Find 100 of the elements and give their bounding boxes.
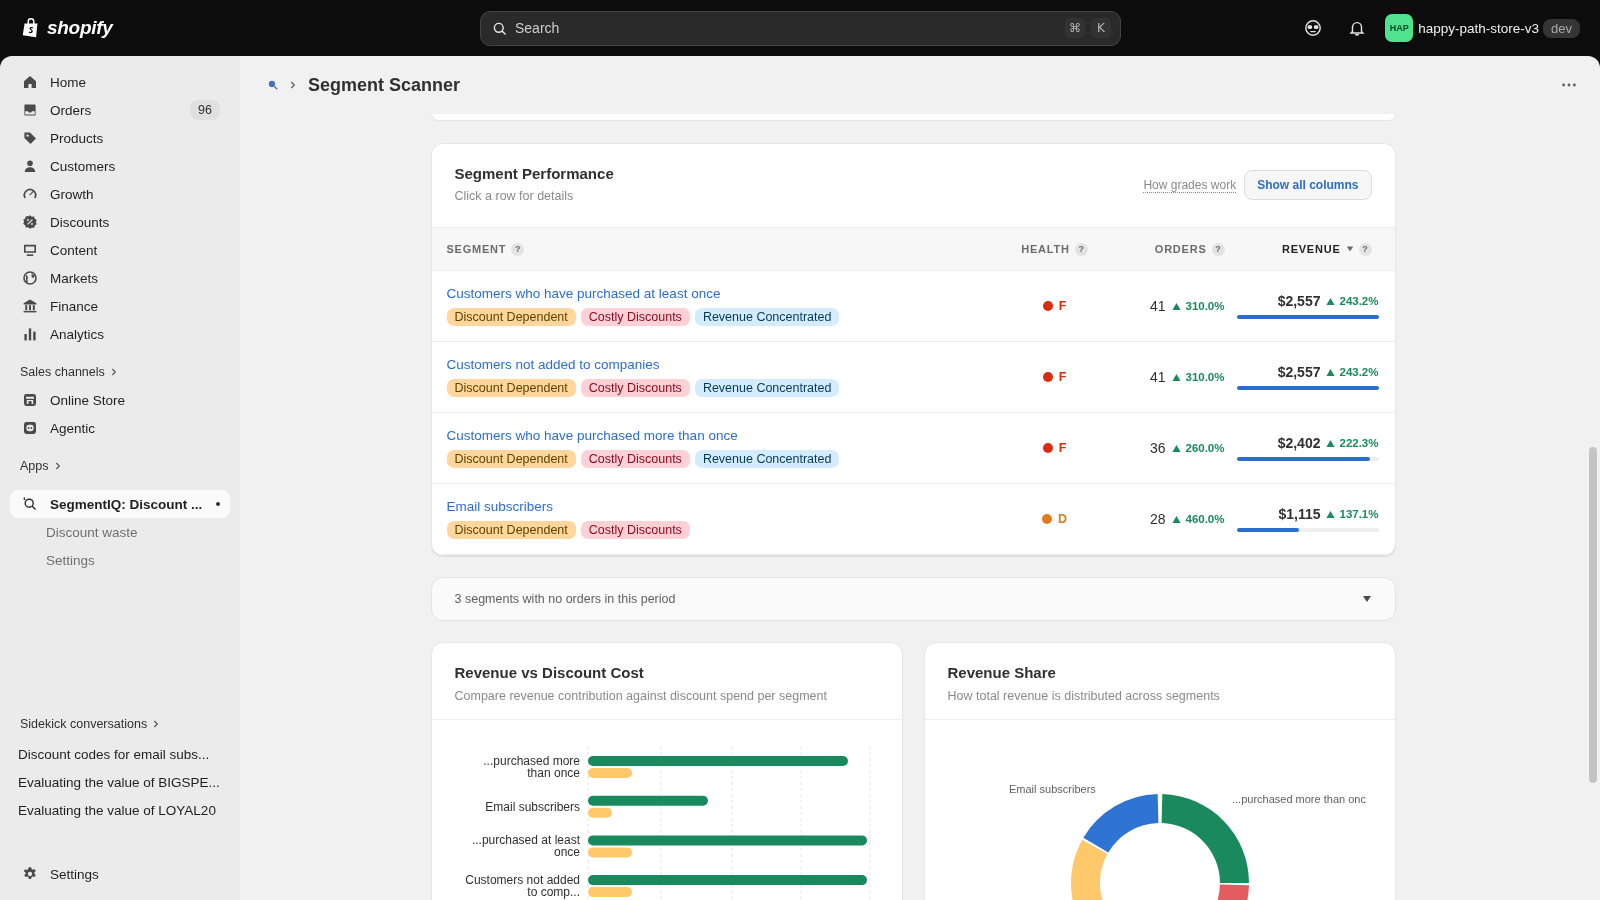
card-subtitle: Click a row for details [454, 189, 575, 203]
up-triangle-icon [1326, 367, 1336, 377]
environment-badge: dev [1543, 18, 1580, 38]
revenue-change: 137.1% [1339, 508, 1379, 520]
tag: Costly Discounts [580, 450, 690, 468]
storefront-icon [22, 392, 38, 408]
health-grade: F [1058, 441, 1067, 455]
nav-item[interactable]: Orders 96 [10, 96, 230, 124]
segment-link[interactable]: Customers not added to companies [446, 357, 660, 372]
nav-item[interactable]: SegmentIQ: Discount ... [10, 490, 230, 518]
tag-icon [22, 130, 38, 146]
discount-icon [22, 214, 38, 230]
inbox-icon [22, 102, 38, 118]
shortcut-key: ⌘ [1065, 17, 1085, 38]
up-triangle-icon [1326, 296, 1336, 306]
count-badge: 96 [190, 100, 220, 120]
nav-item[interactable]: Agentic [10, 414, 230, 442]
bank-icon [22, 298, 38, 314]
segment-link[interactable]: Customers who have purchased at least once [446, 286, 721, 301]
scrollbar[interactable] [1589, 447, 1597, 783]
globe-icon [22, 270, 38, 286]
nav-item[interactable]: Content [10, 236, 230, 264]
axis-label: Customers not added to comp... [464, 873, 580, 900]
dot-icon [216, 502, 220, 506]
revenue-change: 243.2% [1339, 366, 1379, 378]
show-columns-button[interactable]: Show all columns [1244, 170, 1372, 200]
revenue-value: $2,557 [1277, 364, 1321, 380]
shortcut-key: K [1091, 17, 1111, 38]
segment-link[interactable]: Email subscribers [446, 499, 554, 514]
section-heading[interactable]: Apps [10, 452, 63, 480]
orders-count: 41 [1149, 298, 1166, 314]
discount-bar [587, 768, 632, 778]
orders-count: 41 [1149, 369, 1166, 385]
card-title: Revenue Share [947, 664, 1057, 681]
page-title: Segment Scanner [308, 74, 461, 96]
up-triangle-icon [1172, 301, 1182, 311]
discount-bar [587, 887, 632, 898]
search-icon [492, 20, 508, 37]
card-subtitle: Compare revenue contribution against discount spend per segment [454, 689, 828, 703]
up-triangle-icon [1172, 514, 1182, 524]
nav-item[interactable]: Products [10, 124, 230, 152]
conversation-link[interactable]: Evaluating the value of BIGSPE... [10, 768, 230, 796]
nav-item[interactable]: Home [10, 68, 230, 96]
orders-change: 310.0% [1185, 371, 1225, 383]
caret-down-icon[interactable] [1361, 594, 1372, 604]
axis-label: ...purchased more than once [482, 754, 580, 780]
segment-link[interactable]: Customers who have purchased more than once [446, 428, 738, 443]
gear-icon [22, 866, 38, 882]
help-icon[interactable]: ? [511, 242, 525, 256]
slice-label: Email subscribers [1008, 783, 1096, 795]
logo-text[interactable]: shopify [47, 17, 113, 39]
column-header[interactable]: REVENUE [1281, 243, 1341, 255]
orders-count: 28 [1149, 511, 1166, 527]
help-link[interactable]: How grades work [1143, 177, 1237, 193]
help-icon[interactable]: ? [1074, 242, 1088, 256]
bar-chart-icon [22, 326, 38, 342]
up-triangle-icon [1172, 443, 1182, 453]
settings-link[interactable]: Settings [10, 860, 230, 888]
orders-change: 260.0% [1185, 442, 1225, 454]
orders-count: 36 [1149, 440, 1166, 456]
glasses-face-icon[interactable] [1304, 19, 1323, 37]
help-icon[interactable]: ? [1358, 242, 1372, 256]
section-heading[interactable]: Sidekick conversations [10, 710, 162, 738]
axis-label: ...purchased at least once [471, 833, 580, 860]
tag: Discount Dependent [446, 521, 576, 539]
nav-item[interactable]: Discounts [10, 208, 230, 236]
nav-item[interactable]: Finance [10, 292, 230, 320]
help-icon[interactable]: ? [1211, 242, 1225, 256]
column-header[interactable]: SEGMENT [446, 243, 507, 255]
nav-subitem[interactable]: Discount waste [10, 518, 230, 546]
store-avatar[interactable]: HAP [1385, 14, 1414, 42]
nav-item[interactable]: Customers [10, 152, 230, 180]
nav-item[interactable]: Growth [10, 180, 230, 208]
column-header[interactable]: ORDERS [1154, 243, 1207, 255]
section-heading[interactable]: Sales channels [10, 358, 119, 386]
robot-icon [22, 420, 38, 436]
health-grade: F [1058, 370, 1067, 384]
conversation-link[interactable]: Evaluating the value of LOYAL20 [10, 796, 230, 824]
tag: Revenue Concentrated [694, 379, 840, 397]
nav-item[interactable]: Online Store [10, 386, 230, 414]
tag: Revenue Concentrated [694, 450, 840, 468]
nav-item[interactable]: Markets [10, 264, 230, 292]
axis-label: Email subscribers [484, 799, 580, 814]
revenue-value: $2,557 [1277, 293, 1321, 309]
nav-item[interactable]: Analytics [10, 320, 230, 348]
column-header[interactable]: HEALTH [1021, 243, 1070, 255]
chevron-right-icon [288, 80, 298, 90]
tag: Discount Dependent [446, 308, 576, 326]
discount-bar [587, 847, 632, 858]
monitor-icon [22, 242, 38, 258]
store-name[interactable]: happy-path-store-v3 [1418, 20, 1540, 36]
conversation-link[interactable]: Discount codes for email subs... [10, 740, 230, 768]
search-icon [266, 78, 280, 92]
tag: Costly Discounts [580, 521, 690, 539]
health-grade: F [1058, 299, 1067, 313]
tag: Costly Discounts [580, 308, 690, 326]
bell-icon[interactable] [1348, 19, 1367, 37]
up-triangle-icon [1172, 372, 1182, 382]
home-icon [22, 74, 38, 90]
nav-subitem[interactable]: Settings [10, 546, 230, 574]
